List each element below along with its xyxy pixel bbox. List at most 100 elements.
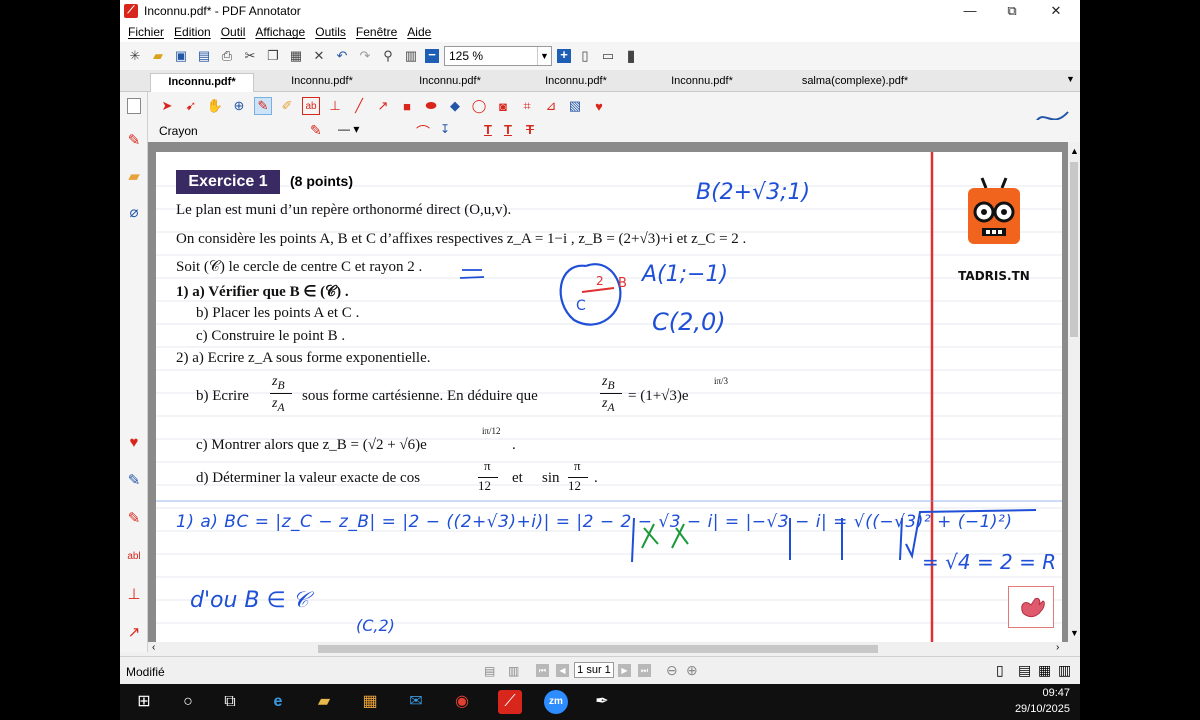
text-underline-icon[interactable]: T (484, 122, 492, 137)
menu-outil[interactable]: Outil (221, 25, 246, 39)
windows-start-icon[interactable]: ⊞ (132, 690, 156, 714)
menu-fichier[interactable]: Fichier (128, 25, 164, 39)
text-squiggly-icon[interactable]: T (504, 122, 512, 137)
text-strike-icon[interactable]: T (526, 122, 534, 137)
highlighter-icon[interactable]: ✐ (278, 97, 296, 115)
maximize-button[interactable]: ⧉ (990, 0, 1034, 22)
pencil-red-icon[interactable]: ✎ (125, 510, 143, 528)
search-icon[interactable]: ○ (176, 690, 200, 714)
favorite-tool-icon[interactable]: ♥ (590, 97, 608, 115)
zoom-select[interactable]: 125 % ▼ (444, 46, 552, 66)
stamp-icon[interactable]: ⊥ (125, 586, 143, 604)
page-thumb-icon[interactable]: ▥ (508, 664, 519, 678)
text-box-icon[interactable]: abl (125, 548, 143, 566)
note-icon[interactable]: ▰ (125, 168, 143, 186)
menu-edition[interactable]: Edition (174, 25, 211, 39)
save-icon[interactable]: ▣ (172, 47, 190, 65)
fullscreen-icon[interactable]: ▮ (622, 47, 640, 65)
tab-salma-complexe[interactable]: salma(complexe).pdf* (780, 73, 930, 92)
horizontal-scrollbar[interactable]: ‹ › (148, 642, 1068, 656)
select-arrow-icon[interactable]: ➤ (158, 97, 176, 115)
tab-inconnu-2[interactable]: Inconnu.pdf* (270, 73, 374, 92)
undo-icon[interactable]: ↶ (333, 47, 351, 65)
stamp-tool-icon[interactable]: ⊥ (326, 97, 344, 115)
camera-icon[interactable]: ◙ (494, 97, 512, 115)
curve-icon[interactable]: ⌒ (416, 122, 430, 142)
minimize-button[interactable]: — (948, 0, 992, 22)
line-width-icon[interactable]: — ▾ (338, 122, 359, 136)
scroll-right-icon[interactable]: › (1056, 642, 1059, 653)
pdf-annotator-taskbar-icon[interactable]: ⟋ (498, 690, 522, 714)
two-page-view-icon[interactable]: ▦ (1038, 662, 1051, 679)
pen-app-icon[interactable]: ✒ (590, 690, 614, 714)
single-page-view-icon[interactable]: ▯ (996, 662, 1004, 679)
tab-inconnu-1[interactable]: Inconnu.pdf* (150, 73, 254, 92)
zoom-out-button[interactable]: − (425, 48, 439, 63)
scroll-down-icon[interactable]: ▼ (1070, 628, 1079, 638)
tab-inconnu-3[interactable]: Inconnu.pdf* (398, 73, 502, 92)
prev-page-icon[interactable]: ◀ (556, 664, 569, 677)
paste-icon[interactable]: ▦ (287, 47, 305, 65)
save-as-icon[interactable]: ▤ (195, 47, 213, 65)
tab-list-chevron-icon[interactable]: ▼ (1066, 74, 1075, 84)
close-button[interactable]: ✕ (1034, 0, 1078, 22)
vertical-scroll-thumb[interactable] (1070, 162, 1078, 337)
arrow-line-icon[interactable]: ↗ (374, 97, 392, 115)
edge-browser-icon[interactable]: e (266, 690, 290, 714)
next-page-icon[interactable]: ▶ (618, 664, 631, 677)
pen-color-icon[interactable]: ✎ (310, 122, 322, 139)
layout-icon[interactable]: ▥ (402, 47, 420, 65)
delete-icon[interactable]: ✕ (310, 47, 328, 65)
text-tool-icon[interactable]: ab (302, 97, 320, 115)
lasso-icon[interactable]: ◯ (470, 97, 488, 115)
redo-icon[interactable]: ↷ (356, 47, 374, 65)
favorites-heart-icon[interactable]: ♥ (125, 434, 143, 452)
grid-view-icon[interactable]: ▥ (1058, 662, 1071, 679)
vertical-scrollbar[interactable]: ▲ ▼ (1068, 142, 1080, 642)
horizontal-scroll-thumb[interactable] (318, 645, 878, 653)
task-view-icon[interactable]: ⧉ (218, 690, 242, 714)
rectangle-icon[interactable]: ■ (398, 97, 416, 115)
copy-icon[interactable]: ❐ (264, 47, 282, 65)
fit-width-icon[interactable]: ▭ (599, 47, 617, 65)
menu-fenetre[interactable]: Fenêtre (356, 25, 397, 39)
store-icon[interactable]: ▦ (358, 690, 382, 714)
menu-outils[interactable]: Outils (315, 25, 346, 39)
select-text-icon[interactable]: ➹ (182, 97, 200, 115)
mail-icon[interactable]: ✉ (404, 690, 428, 714)
file-explorer-icon[interactable]: ▰ (312, 690, 336, 714)
document-viewport[interactable]: Exercice 1 (8 points) Le plan est muni d… (148, 142, 1068, 642)
find-icon[interactable]: ⚲ (379, 47, 397, 65)
page-indicator[interactable]: 1 sur 1 (574, 662, 614, 678)
insert-image-icon[interactable]: ▧ (566, 97, 584, 115)
open-folder-icon[interactable]: ▰ (149, 47, 167, 65)
attachment-icon[interactable]: ⌀ (125, 204, 143, 222)
forward-icon[interactable]: ⊕ (686, 662, 698, 679)
hand-icon[interactable]: ✋ (206, 97, 224, 115)
menu-aide[interactable]: Aide (407, 25, 431, 39)
continuous-view-icon[interactable]: ▤ (1018, 662, 1031, 679)
page-thumbnail-icon[interactable] (127, 98, 141, 114)
cut-icon[interactable]: ✂ (241, 47, 259, 65)
line-tool-icon[interactable]: ╱ (350, 97, 368, 115)
eraser-icon[interactable]: ◆ (446, 97, 464, 115)
last-page-icon[interactable]: ⏭ (638, 664, 651, 677)
scroll-left-icon[interactable]: ‹ (152, 642, 155, 653)
new-document-icon[interactable]: ✳ (126, 47, 144, 65)
page-layout-icon[interactable]: ▤ (484, 664, 495, 678)
back-icon[interactable]: ⊖ (666, 662, 678, 679)
crop-icon[interactable]: ⌗ (518, 97, 536, 115)
zoom-in-button[interactable]: + (557, 48, 571, 63)
chevron-down-icon[interactable]: ▼ (537, 47, 551, 65)
arrow-tool-icon[interactable]: ↗ (125, 624, 143, 642)
fit-page-icon[interactable]: ▯ (576, 47, 594, 65)
zoom-meeting-icon[interactable]: zm (544, 690, 568, 714)
smooth-icon[interactable]: ↧ (440, 122, 450, 136)
pencil-tool-icon[interactable]: ✎ (254, 97, 272, 115)
zoom-tool-icon[interactable]: ⊕ (230, 97, 248, 115)
tab-inconnu-5[interactable]: Inconnu.pdf* (650, 73, 754, 92)
scroll-up-icon[interactable]: ▲ (1070, 146, 1079, 156)
pdf-page[interactable]: Exercice 1 (8 points) Le plan est muni d… (156, 152, 1062, 642)
measure-icon[interactable]: ⊿ (542, 97, 560, 115)
chrome-icon[interactable]: ◉ (450, 690, 474, 714)
